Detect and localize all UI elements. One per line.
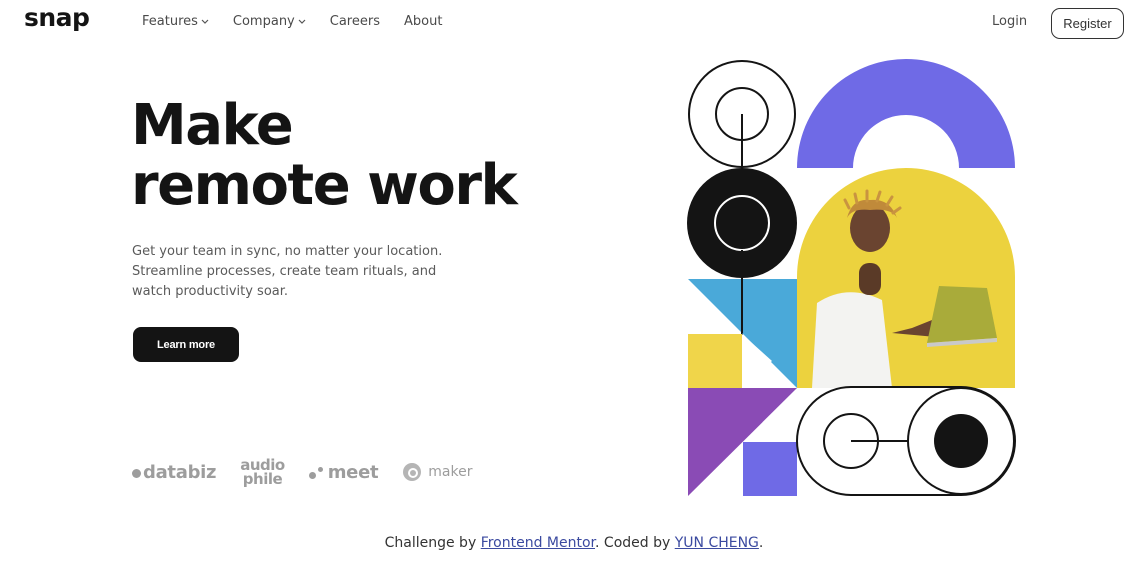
hero-description: Get your team in sync, no matter your lo…	[132, 244, 443, 299]
client-databiz-logo: databiz	[132, 461, 217, 483]
nav-label-about: About	[403, 14, 443, 29]
purple-square	[743, 442, 797, 496]
nav-item-features[interactable]: Features	[142, 14, 209, 29]
databiz-dot-icon	[132, 468, 141, 478]
learn-more-button[interactable]: Learn more	[133, 327, 239, 362]
attribution-prefix: Challenge by	[384, 535, 481, 551]
author-link[interactable]: YUN CHENG	[675, 535, 759, 551]
chevron-down-icon	[201, 19, 209, 24]
hero-illustration	[687, 59, 1016, 496]
nav-item-careers[interactable]: Careers	[330, 14, 380, 29]
audiophile-bottom-text: phile	[242, 470, 283, 488]
hero-title: Make remote work	[131, 93, 518, 218]
purple-arch	[797, 59, 1015, 168]
client-meet-logo: meet	[308, 461, 379, 483]
frontend-mentor-link[interactable]: Frontend Mentor	[481, 535, 595, 551]
meet-dots-icon	[308, 466, 323, 479]
client-maker-logo: maker	[402, 462, 473, 482]
register-button[interactable]: Register	[1051, 8, 1124, 39]
maker-icon	[403, 463, 422, 481]
client-meet-text: meet	[327, 461, 379, 483]
attribution-middle: . Coded by	[595, 535, 675, 551]
attribution-suffix: .	[758, 535, 764, 551]
client-logos: databiz audio phile meet maker	[132, 458, 473, 488]
nav-label-features: Features	[142, 14, 198, 29]
hero-title-line2: remote work	[131, 153, 518, 218]
black-dot	[934, 414, 988, 468]
brand-logo[interactable]: snap	[24, 3, 90, 32]
yellow-square	[688, 334, 742, 388]
nav-label-company: Company	[232, 14, 295, 29]
attribution-footer: Challenge by Frontend Mentor. Coded by Y…	[0, 535, 1148, 551]
login-link[interactable]: Login	[992, 14, 1027, 29]
client-databiz-text: databiz	[143, 461, 217, 483]
client-audiophile-logo: audio phile	[240, 458, 285, 488]
site-header: snap Features Company Careers About Logi…	[0, 0, 1148, 46]
nav-label-careers: Careers	[329, 14, 380, 29]
nav-item-company[interactable]: Company	[233, 14, 306, 29]
chevron-down-icon	[298, 19, 306, 24]
hero-title-line1: Make	[131, 93, 294, 158]
main-nav: Features Company Careers About	[142, 14, 466, 29]
nav-item-about[interactable]: About	[404, 14, 442, 29]
client-maker-text: maker	[428, 464, 473, 480]
